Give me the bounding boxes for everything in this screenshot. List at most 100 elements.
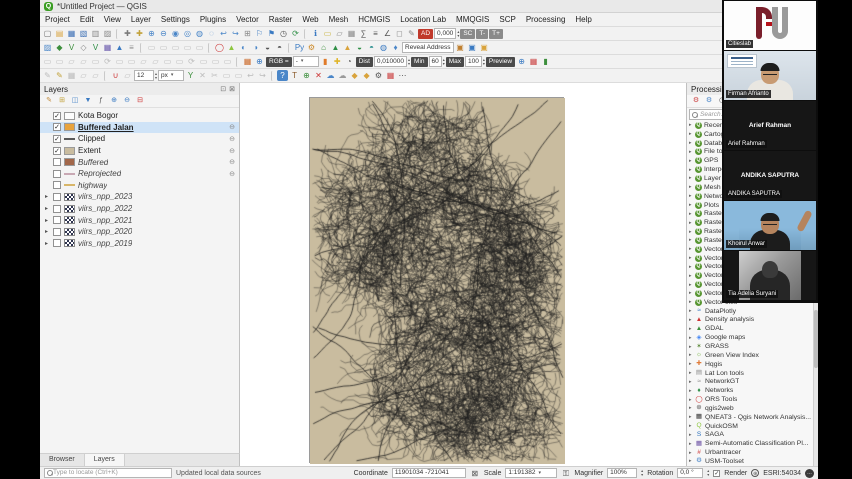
list-item[interactable]: ▸ ▲ Density analysis: [687, 316, 818, 325]
participant-tile[interactable]: Citieslab Citieslab: [724, 1, 816, 50]
add-raster-layer-icon[interactable]: ▦: [102, 42, 113, 53]
scrollbar-thumb[interactable]: [814, 310, 818, 368]
crs-code[interactable]: ESRI:54034: [763, 470, 801, 477]
expand-arrow-icon[interactable]: ▸: [689, 290, 693, 296]
menu-item[interactable]: Help: [570, 13, 596, 27]
area-shade-icon[interactable]: ◒: [354, 42, 365, 53]
fit-preview-icon[interactable]: ◓: [274, 42, 285, 53]
preview-zoom-icon[interactable]: ⊕: [516, 56, 527, 67]
layer-viirs-2023[interactable]: ▸ viirs_npp_2023: [40, 191, 239, 203]
layer-visibility-checkbox[interactable]: [53, 228, 61, 236]
green-zoom-icon[interactable]: ⊕: [301, 70, 312, 81]
model-designer-icon[interactable]: ⚙: [691, 96, 701, 106]
menu-item[interactable]: Processing: [521, 13, 571, 27]
expand-arrow-icon[interactable]: ▸: [689, 149, 693, 155]
menu-item[interactable]: Raster: [264, 13, 298, 27]
layer-clipped[interactable]: ✓ Clipped ⊖: [40, 133, 239, 145]
expand-arrow-icon[interactable]: ▸: [689, 308, 693, 314]
zoom-preview-icon[interactable]: ◒: [262, 42, 273, 53]
new-project-icon[interactable]: ▢: [42, 28, 53, 39]
band-set-icon[interactable]: ▦: [242, 56, 253, 67]
cut-features-icon[interactable]: ✂: [209, 70, 220, 81]
classification-preview-icon[interactable]: ◐: [238, 42, 249, 53]
scp-sc-button[interactable]: SC: [460, 29, 475, 39]
new-virtual-layer-icon[interactable]: ◇: [78, 42, 89, 53]
expand-arrow-icon[interactable]: ▸: [689, 450, 693, 456]
copy-features-icon[interactable]: ▭: [221, 70, 232, 81]
person-locate-icon[interactable]: ▲: [342, 42, 353, 53]
change-label-icon[interactable]: ▭: [114, 56, 125, 67]
zoom-next-icon[interactable]: ↪: [230, 28, 241, 39]
max-spinner[interactable]: 100: [465, 56, 482, 67]
zoom-to-selection-icon[interactable]: ◍: [194, 28, 205, 39]
move-label-icon[interactable]: ▭: [90, 56, 101, 67]
expand-arrow-icon[interactable]: ▸: [689, 202, 693, 208]
pan-map-icon[interactable]: ✚: [122, 28, 133, 39]
spinner-buttons[interactable]: ▴▾: [483, 58, 485, 66]
participant-tile[interactable]: ANDIKA SAPUTRA ANDIKA SAPUTRA: [724, 151, 816, 200]
expand-arrow-icon[interactable]: ▸: [689, 237, 693, 243]
list-item[interactable]: ▸ ▲ GDAL: [687, 324, 818, 333]
expand-arrow-icon[interactable]: ▸: [689, 388, 693, 394]
layer-viirs-2019[interactable]: ▸ viirs_npp_2019: [40, 238, 239, 250]
expand-arrow-icon[interactable]: ▸: [689, 361, 693, 367]
expand-arrow-icon[interactable]: ▸: [689, 140, 693, 146]
pan-to-selection-icon[interactable]: ✚: [134, 28, 145, 39]
spectral-signature-icon[interactable]: ◑: [250, 42, 261, 53]
list-item[interactable]: ▸ ≈ NetworkGT: [687, 377, 818, 386]
expand-arrow-icon[interactable]: ▸: [689, 344, 693, 350]
menu-item[interactable]: Mesh: [324, 13, 354, 27]
band-zoom-icon[interactable]: ⊕: [254, 56, 265, 67]
list-item[interactable]: ▸ ▤ Lat Lon tools: [687, 369, 818, 378]
paste-style-icon[interactable]: ▭: [170, 42, 181, 53]
zoom-in-icon[interactable]: ⊕: [146, 28, 157, 39]
spinner-buttons[interactable]: ▴▾: [457, 30, 459, 38]
map-canvas[interactable]: [240, 83, 686, 466]
expand-arrow-icon[interactable]: ▸: [689, 282, 693, 288]
expand-arrow-icon[interactable]: ▸: [689, 246, 693, 252]
expand-arrow-icon[interactable]: ▸: [689, 158, 693, 164]
list-item[interactable]: ▸ ▦ Semi-Automatic Classification Pl...: [687, 439, 818, 448]
extents-icon[interactable]: ⊠: [470, 468, 480, 479]
manage-map-themes-icon[interactable]: ◫: [70, 96, 80, 106]
menu-item[interactable]: HCMGIS: [353, 13, 395, 27]
package-out-icon[interactable]: ◆: [361, 70, 372, 81]
layer-visibility-checkbox[interactable]: ✓: [53, 112, 61, 120]
expand-arrow-icon[interactable]: ▸: [689, 458, 693, 464]
list-item[interactable]: ▸ S SAGA: [687, 431, 818, 440]
new-map-view-icon[interactable]: ⊞: [242, 28, 253, 39]
separator[interactable]: [104, 71, 107, 81]
reveal-address-button[interactable]: Reveal Address: [402, 42, 454, 53]
layer-visibility-checkbox[interactable]: ✓: [53, 147, 61, 155]
osm-place-search-icon[interactable]: ▣: [467, 42, 478, 53]
dock-close-icon[interactable]: ⊠: [229, 85, 235, 93]
deselect-features-icon[interactable]: ▱: [334, 28, 345, 39]
layer-visibility-checkbox[interactable]: ✓: [53, 123, 61, 131]
roi-polygon-icon[interactable]: ◯: [214, 42, 225, 53]
expand-arrow-icon[interactable]: ▸: [689, 167, 693, 173]
menu-item[interactable]: Layer: [126, 13, 156, 27]
layer-highway[interactable]: highway: [40, 180, 239, 192]
spinner-buttons[interactable]: ▴▾: [641, 469, 643, 477]
layer-extent[interactable]: ✓ Extent ⊖: [40, 145, 239, 157]
expand-arrow-icon[interactable]: ▸: [689, 326, 693, 332]
expand-arrow-icon[interactable]: ▸: [45, 217, 50, 224]
layer-buffered-jalan[interactable]: ✓ Buffered Jalan ⊖: [40, 122, 239, 134]
expand-arrow-icon[interactable]: ▸: [45, 240, 50, 247]
list-item[interactable]: ▸ ✚ Hqgis: [687, 360, 818, 369]
network-icon[interactable]: ♦: [390, 42, 401, 53]
diagram-options-icon[interactable]: ▭: [54, 56, 65, 67]
preview-run-icon[interactable]: ▮: [540, 56, 551, 67]
open-layer-styling-icon[interactable]: ✎: [44, 96, 54, 106]
open-project-icon[interactable]: ▤: [54, 28, 65, 39]
add-mesh-layer-icon[interactable]: ▲: [114, 42, 125, 53]
globe-icon[interactable]: ◍: [378, 42, 389, 53]
callout-icon[interactable]: ▭: [162, 56, 173, 67]
label-size-spinner[interactable]: 12: [134, 70, 154, 81]
zoom-to-layer-icon[interactable]: ◌: [206, 28, 217, 39]
road-network-map[interactable]: [310, 98, 565, 464]
zoom-out-icon[interactable]: ⊖: [158, 28, 169, 39]
new-bookmark-icon[interactable]: ⚐: [254, 28, 265, 39]
data-source-manager-icon[interactable]: ▨: [42, 42, 53, 53]
identify-features-icon[interactable]: ℹ: [310, 28, 321, 39]
